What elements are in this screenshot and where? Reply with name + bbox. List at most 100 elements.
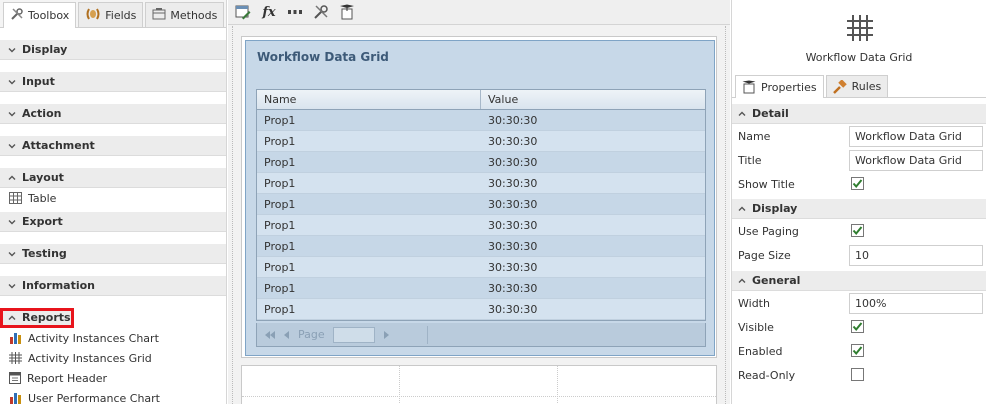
chevron-down-icon [8, 47, 16, 52]
pager-divider [426, 325, 428, 344]
read-only-checkbox[interactable] [851, 368, 864, 381]
previous-page-icon[interactable] [284, 330, 290, 339]
cell-name: Prop1 [264, 302, 296, 316]
width-field[interactable]: 100% [849, 293, 983, 314]
bar-chart-icon [10, 393, 21, 404]
tab-fields[interactable]: Fields [78, 2, 144, 27]
chevron-up-icon [738, 111, 746, 116]
chevron-up-icon [738, 278, 746, 283]
edit-view-icon [235, 5, 251, 20]
toolbox-item-activity-instances-grid[interactable]: Activity Instances Grid [0, 348, 226, 368]
category-input[interactable]: Input [0, 72, 226, 92]
cell-name: Prop1 [264, 134, 296, 148]
design-canvas: fx Workflow Data Grid Name Value Prop1 30… [228, 0, 730, 404]
report-header-icon [9, 372, 21, 384]
grid-header-row: Name Value [257, 90, 705, 110]
edit-view-button[interactable] [234, 3, 252, 21]
tools-button[interactable] [312, 3, 330, 21]
tab-fields-label: Fields [105, 8, 137, 22]
category-reports[interactable]: Reports [0, 308, 74, 328]
tab-rules[interactable]: Rules [825, 75, 889, 97]
expression-button[interactable]: fx [260, 3, 278, 21]
toolbox-item-user-performance-chart[interactable]: User Performance Chart [0, 388, 226, 404]
table-row[interactable]: Prop1 30:30:30 [257, 236, 705, 257]
toolbox-item-activity-instances-chart[interactable]: Activity Instances Chart [0, 328, 226, 348]
cell-name: Prop1 [264, 155, 296, 169]
table-row[interactable]: Prop1 30:30:30 [257, 131, 705, 152]
tab-methods[interactable]: Methods [145, 2, 225, 27]
selected-control-header: Workflow Data Grid [732, 0, 986, 74]
property-visible: Visible [732, 315, 986, 339]
category-information[interactable]: Information [0, 276, 226, 296]
column-header-value[interactable]: Value [481, 90, 518, 109]
toolbox-item-report-header[interactable]: Report Header [0, 368, 226, 388]
workflow-data-grid-control[interactable]: Workflow Data Grid Name Value Prop1 30:30… [245, 40, 715, 356]
chevron-down-icon [8, 79, 16, 84]
chevron-up-icon [8, 315, 16, 320]
toolbox-item-table[interactable]: Table [0, 188, 226, 208]
table-row[interactable]: Prop1 30:30:30 [257, 173, 705, 194]
category-export[interactable]: Export [0, 212, 226, 232]
ellipsis-icon [288, 10, 302, 14]
category-testing[interactable]: Testing [0, 244, 226, 264]
cell-value: 30:30:30 [488, 197, 538, 211]
enabled-checkbox[interactable] [851, 344, 864, 357]
first-page-icon[interactable] [264, 330, 276, 339]
category-layout[interactable]: Layout [0, 168, 226, 188]
cell-value: 30:30:30 [488, 134, 538, 148]
properties-icon [742, 80, 756, 94]
table-row[interactable]: Prop1 30:30:30 [257, 278, 705, 299]
section-general[interactable]: General [732, 271, 986, 291]
tab-toolbox[interactable]: Toolbox [3, 2, 77, 28]
cell-value: 30:30:30 [488, 218, 538, 232]
table-row[interactable]: Prop1 30:30:30 [257, 257, 705, 278]
chevron-down-icon [8, 111, 16, 116]
table-row[interactable]: Prop1 30:30:30 [257, 299, 705, 320]
cell-name: Prop1 [264, 197, 296, 211]
data-grid-icon [847, 15, 873, 41]
property-use-paging: Use Paging [732, 219, 986, 243]
table-row[interactable]: Prop1 30:30:30 [257, 215, 705, 236]
section-detail[interactable]: Detail [732, 104, 986, 124]
table-gridline [557, 366, 558, 404]
property-show-title: Show Title [732, 172, 986, 196]
rules-button[interactable] [338, 3, 356, 21]
more-options-button[interactable] [286, 3, 304, 21]
methods-icon [152, 7, 166, 24]
checkmark-icon [852, 226, 863, 236]
category-attachment[interactable]: Attachment [0, 136, 226, 156]
column-header-name[interactable]: Name [257, 90, 481, 109]
tab-properties[interactable]: Properties [735, 75, 824, 98]
section-display[interactable]: Display [732, 199, 986, 219]
pager-label: Page [298, 328, 325, 341]
cell-value: 30:30:30 [488, 239, 538, 253]
visible-checkbox[interactable] [851, 320, 864, 333]
table-row[interactable]: Prop1 30:30:30 [257, 194, 705, 215]
page-size-field[interactable]: 10 [849, 245, 983, 266]
tools-icon [10, 7, 24, 24]
table-gridline [242, 396, 716, 397]
data-grid: Name Value Prop1 30:30:30 Prop1 30:30:30 Pro… [256, 89, 706, 321]
use-paging-checkbox[interactable] [851, 224, 864, 237]
category-display[interactable]: Display [0, 40, 226, 60]
show-title-checkbox[interactable] [851, 177, 864, 190]
chevron-down-icon [8, 283, 16, 288]
properties-tabs: Properties Rules [732, 74, 986, 98]
page-number-input[interactable] [332, 326, 375, 343]
rules-icon [340, 4, 354, 20]
properties-panel: Workflow Data Grid Properties Rules Deta… [731, 0, 986, 404]
grid-icon [9, 352, 22, 364]
name-field[interactable]: Workflow Data Grid [849, 126, 983, 147]
tab-toolbox-label: Toolbox [28, 9, 70, 22]
tab-methods-label: Methods [170, 8, 218, 22]
cell-value: 30:30:30 [488, 281, 538, 295]
title-field[interactable]: Workflow Data Grid [849, 150, 983, 171]
category-action[interactable]: Action [0, 104, 226, 124]
chevron-up-icon [738, 206, 746, 211]
table-row[interactable]: Prop1 30:30:30 [257, 110, 705, 131]
next-page-icon[interactable] [383, 330, 389, 339]
table-row[interactable]: Prop1 30:30:30 [257, 152, 705, 173]
grid-pager: Page [256, 323, 706, 347]
chevron-up-icon [8, 175, 16, 180]
table-layout-section [241, 365, 717, 404]
